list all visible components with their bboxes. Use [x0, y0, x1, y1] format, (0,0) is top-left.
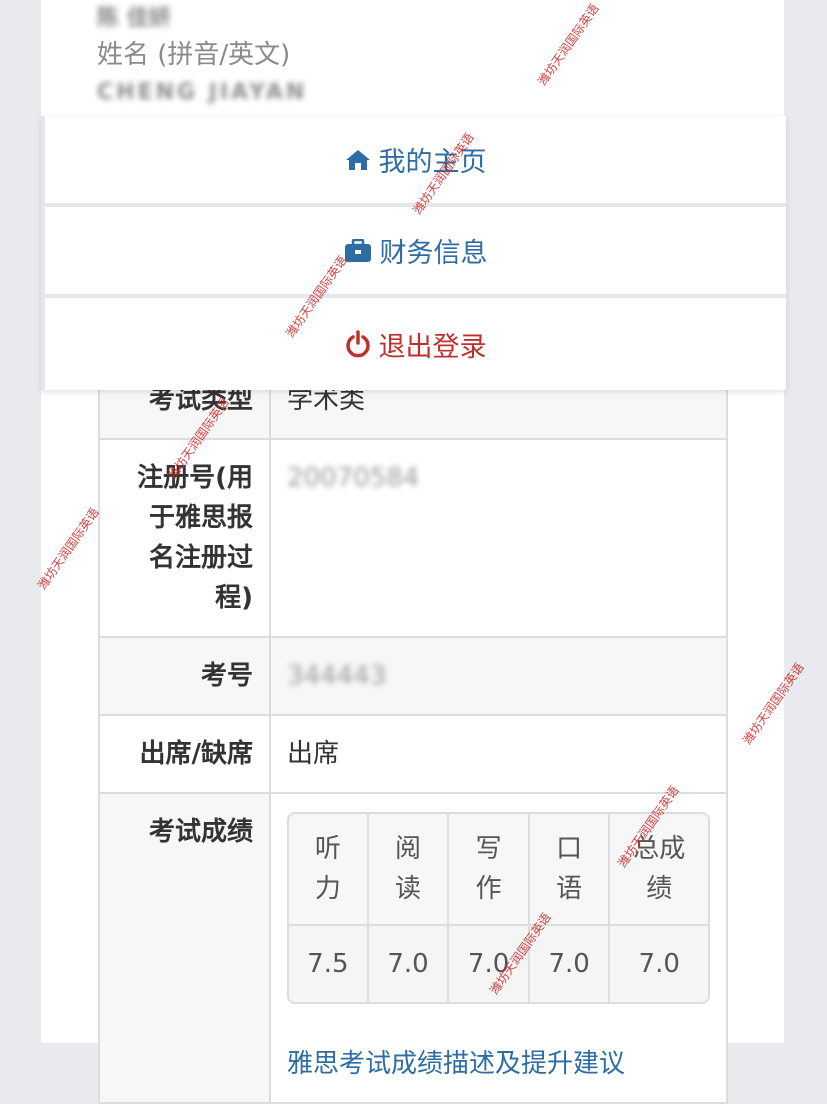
attendance-label: 出席/缺席 — [98, 714, 271, 794]
scores-value-row: 7.5 7.0 7.0 7.0 7.0 — [289, 924, 708, 1002]
header-line: 总成 — [633, 834, 686, 864]
header-line: 读 — [395, 874, 422, 904]
menu-item-home-label: 我的主页 — [378, 147, 487, 178]
score-header-writing: 写作 — [447, 814, 530, 926]
registration-label-line: 注册号(用 — [137, 463, 253, 493]
chinese-name: 陈 佳妍 — [97, 6, 171, 31]
registration-label-line: 程) — [215, 583, 253, 613]
dropdown-menu: 我的主页 财务信息 退出登录 — [41, 116, 786, 390]
score-speaking: 7.0 — [527, 924, 611, 1002]
english-name: CHENG JIAYAN — [97, 80, 308, 105]
menu-item-finance[interactable]: 财务信息 — [45, 207, 786, 294]
header-line: 听 — [314, 834, 341, 864]
name-field-label: 姓名 (拼音/英文) — [97, 40, 291, 70]
score-header-overall: 总成绩 — [608, 814, 708, 926]
score-header-reading: 阅读 — [366, 814, 450, 926]
header-line: 作 — [475, 874, 502, 904]
candidate-number: 344443 — [287, 661, 387, 691]
header-line: 写 — [475, 834, 502, 864]
header-line: 力 — [314, 874, 341, 904]
exam-info-table: 考试类型 学术类 注册号(用 于雅思报 名注册过 程) 20070584 考号 … — [98, 330, 728, 1104]
registration-label-line: 名注册过 — [148, 543, 253, 573]
score-writing: 7.0 — [447, 924, 530, 1002]
table-row: 注册号(用 于雅思报 名注册过 程) 20070584 — [98, 438, 728, 638]
header-line: 阅 — [395, 834, 422, 864]
menu-item-logout-label: 退出登录 — [378, 331, 487, 363]
score-overall: 7.0 — [608, 924, 708, 1002]
table-row: 出席/缺席 出席 — [98, 714, 728, 794]
menu-item-logout[interactable]: 退出登录 — [45, 298, 786, 390]
attendance-value: 出席 — [269, 714, 728, 794]
scores-cell: 听力 阅读 写作 口语 总成绩 7.5 7.0 7.0 7.0 7.0 雅思考试… — [269, 792, 728, 1104]
header-line: 语 — [556, 874, 583, 904]
registration-label: 注册号(用 于雅思报 名注册过 程) — [98, 438, 271, 638]
score-listening: 7.5 — [289, 924, 369, 1002]
table-row: 考号 344443 — [98, 636, 728, 716]
header-line: 绩 — [646, 874, 673, 904]
score-reading: 7.0 — [366, 924, 450, 1002]
briefcase-icon — [344, 238, 372, 263]
scores-table: 听力 阅读 写作 口语 总成绩 7.5 7.0 7.0 7.0 7.0 — [289, 814, 708, 1002]
registration-value: 20070584 — [269, 438, 728, 638]
registration-label-line: 于雅思报 — [148, 503, 253, 533]
registration-number: 20070584 — [287, 463, 420, 493]
scores-header-row: 听力 阅读 写作 口语 总成绩 — [289, 814, 708, 926]
candidate-number-value: 344443 — [269, 636, 728, 716]
score-header-speaking: 口语 — [527, 814, 611, 926]
menu-item-finance-label: 财务信息 — [379, 238, 488, 269]
candidate-number-label: 考号 — [98, 636, 271, 716]
scores-label: 考试成绩 — [98, 792, 271, 1104]
power-icon — [345, 330, 371, 358]
header-line: 口 — [556, 834, 583, 864]
home-icon — [345, 148, 371, 172]
score-header-listening: 听力 — [289, 814, 369, 926]
scores-table-wrapper: 听力 阅读 写作 口语 总成绩 7.5 7.0 7.0 7.0 7.0 — [287, 812, 710, 1004]
menu-item-home[interactable]: 我的主页 — [45, 116, 786, 203]
score-description-link[interactable]: 雅思考试成绩描述及提升建议 — [287, 1044, 710, 1084]
table-row: 考试成绩 听力 阅读 写作 口语 总成绩 7.5 7.0 7.0 7.0 7.0… — [98, 792, 728, 1104]
